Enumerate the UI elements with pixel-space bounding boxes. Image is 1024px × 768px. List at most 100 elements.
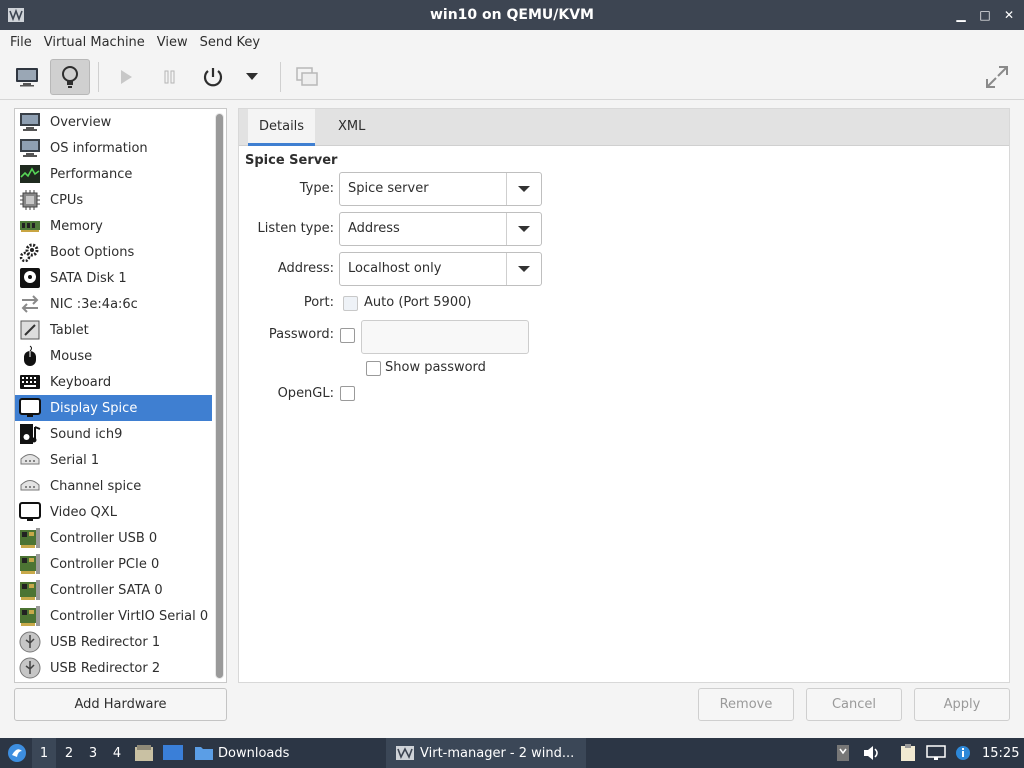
menu-view[interactable]: View [151, 35, 194, 50]
taskbar-window-label: Virt-manager - 2 wind... [420, 745, 575, 761]
show-password-checkbox[interactable] [366, 361, 381, 376]
sidebar-item-usb-redirector-1[interactable]: USB Redirector 1 [15, 629, 212, 655]
sidebar-item-label: Sound ich9 [50, 426, 123, 442]
workspace-3[interactable]: 3 [81, 738, 105, 768]
password-checkbox[interactable] [340, 328, 355, 343]
console-button[interactable] [7, 59, 47, 95]
tray-volume[interactable] [863, 738, 881, 768]
sidebar-item-label: Controller VirtIO Serial 0 [50, 608, 209, 624]
monitor-icon [19, 111, 41, 133]
sidebar-item-mouse[interactable]: Mouse [15, 343, 212, 369]
sidebar-item-memory[interactable]: Memory [15, 213, 212, 239]
file-manager-launcher[interactable] [134, 738, 154, 768]
port-auto-checkbox[interactable] [343, 296, 358, 311]
sidebar-item-sound-ich9[interactable]: Sound ich9 [15, 421, 212, 447]
minimize-icon[interactable]: ▁ [952, 6, 970, 24]
sidebar-scrollbar-thumb[interactable] [216, 114, 223, 678]
tray-clipboard[interactable] [900, 738, 916, 768]
sidebar-item-os-information[interactable]: OS information [15, 135, 212, 161]
type-select-value: Spice server [348, 181, 429, 196]
workspace-1[interactable]: 1 [32, 738, 56, 768]
clipboard-icon [901, 744, 915, 761]
screenshot-button[interactable] [287, 59, 327, 95]
network-icon [926, 745, 946, 760]
address-label: Address: [277, 261, 334, 276]
shutdown-menu-button[interactable] [232, 59, 272, 95]
sidebar-item-usb-redirector-2[interactable]: USB Redirector 2 [15, 655, 212, 681]
chevron-down-icon [518, 266, 530, 272]
details-lightbulb-icon [62, 66, 78, 88]
sidebar-item-label: Controller USB 0 [50, 530, 158, 546]
sidebar-item-controller-sata-0[interactable]: Controller SATA 0 [15, 577, 212, 603]
desktop-launcher[interactable] [162, 738, 184, 768]
pause-icon [164, 70, 175, 84]
sidebar-item-sata-disk-1[interactable]: SATA Disk 1 [15, 265, 212, 291]
sidebar-item-controller-pcie-0[interactable]: Controller PCIe 0 [15, 551, 212, 577]
sidebar-item-label: SATA Disk 1 [50, 270, 127, 286]
desktop-icon [163, 745, 183, 760]
tray-network[interactable] [926, 738, 946, 768]
menu-file[interactable]: File [4, 35, 38, 50]
sidebar-item-label: OS information [50, 140, 148, 156]
sidebar-item-performance[interactable]: Performance [15, 161, 212, 187]
listen-type-select[interactable]: Address [339, 212, 542, 246]
taskbar-window-virt-manager[interactable]: Virt-manager - 2 wind... [386, 738, 586, 768]
gears-icon [19, 241, 41, 263]
sidebar-scrollbar[interactable] [215, 113, 224, 679]
fullscreen-button[interactable] [977, 59, 1017, 95]
serial-icon [19, 449, 41, 471]
file-manager-icon [135, 745, 153, 761]
sidebar-item-cpus[interactable]: CPUs [15, 187, 212, 213]
password-input[interactable] [361, 320, 529, 354]
cancel-button[interactable]: Cancel [806, 688, 902, 721]
sidebar-item-label: Tablet [50, 322, 89, 338]
controller-card-icon [19, 579, 41, 601]
show-password-label: Show password [385, 360, 486, 375]
menu-virtual-machine[interactable]: Virtual Machine [38, 35, 151, 50]
type-select[interactable]: Spice server [339, 172, 542, 206]
add-hardware-button[interactable]: Add Hardware [14, 688, 227, 721]
workspace-2[interactable]: 2 [57, 738, 81, 768]
sidebar-item-channel-spice[interactable]: Channel spice [15, 473, 212, 499]
sidebar-item-display-spice[interactable]: Display Spice [15, 395, 212, 421]
tab-bar: Details XML [239, 109, 1009, 146]
sidebar-item-video-qxl[interactable]: Video QXL [15, 499, 212, 525]
address-select[interactable]: Localhost only [339, 252, 542, 286]
maximize-icon[interactable]: □ [976, 6, 994, 24]
run-button[interactable] [106, 59, 146, 95]
menu-send-key[interactable]: Send Key [194, 35, 266, 50]
menu-bar: File Virtual Machine View Send Key [0, 30, 1024, 54]
opengl-checkbox[interactable] [340, 386, 355, 401]
sidebar-item-controller-virtio-serial-0[interactable]: Controller VirtIO Serial 0 [15, 603, 212, 629]
sidebar-item-overview[interactable]: Overview [15, 109, 212, 135]
performance-icon [19, 163, 41, 185]
sidebar-item-boot-options[interactable]: Boot Options [15, 239, 212, 265]
info-icon [956, 746, 970, 760]
close-icon[interactable]: ✕ [1000, 6, 1018, 24]
port-label: Port: [303, 295, 334, 310]
tray-info[interactable] [955, 738, 971, 768]
sidebar-item-tablet[interactable]: Tablet [15, 317, 212, 343]
apply-button[interactable]: Apply [914, 688, 1010, 721]
tab-details[interactable]: Details [248, 109, 316, 146]
pause-button[interactable] [150, 59, 190, 95]
details-button[interactable] [50, 59, 90, 95]
controller-card-icon [19, 527, 41, 549]
memory-icon [19, 215, 41, 237]
workspace-4[interactable]: 4 [105, 738, 129, 768]
tab-xml[interactable]: XML [327, 109, 376, 146]
virt-manager-logo-icon [8, 8, 24, 22]
start-menu-button[interactable] [4, 738, 30, 768]
sidebar-item-keyboard[interactable]: Keyboard [15, 369, 212, 395]
sidebar-item-serial-1[interactable]: Serial 1 [15, 447, 212, 473]
sidebar-item-label: Serial 1 [50, 452, 100, 468]
network-arrows-icon [19, 293, 41, 315]
details-panel: Details XML Spice Server Type: Spice ser… [238, 108, 1010, 683]
shutdown-button[interactable] [193, 59, 233, 95]
downloads-folder[interactable]: Downloads [194, 738, 289, 768]
remove-button[interactable]: Remove [698, 688, 794, 721]
sidebar-item-controller-usb-0[interactable]: Controller USB 0 [15, 525, 212, 551]
tray-updates[interactable] [836, 738, 850, 768]
console-icon [16, 68, 38, 87]
sidebar-item-nic-3e-4a-6c[interactable]: NIC :3e:4a:6c [15, 291, 212, 317]
